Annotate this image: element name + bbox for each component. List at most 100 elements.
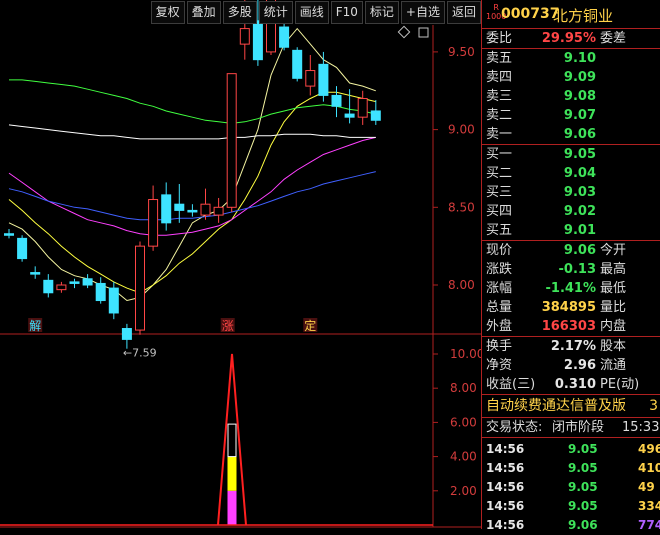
event-marker-2[interactable]: 定 — [303, 318, 318, 333]
candle — [187, 204, 198, 217]
event-marker-0[interactable]: 解 — [28, 318, 43, 333]
buy-level-2-value: 9.04 — [563, 166, 596, 181]
trade-row[interactable]: 14:56 9.05 49 — [482, 478, 660, 497]
trade-time: 14:56 — [486, 480, 525, 494]
trade-volume: 496 — [638, 442, 660, 456]
stat-row-2-label2: 最低 — [600, 281, 627, 296]
sell-level-5-label: 卖五 — [486, 51, 513, 66]
candle — [56, 281, 67, 293]
indicator-tick-label: 10.00 — [450, 347, 481, 361]
svg-text:定: 定 — [304, 318, 316, 333]
stat-row-3-label2: 量比 — [600, 300, 627, 315]
stat-row-3-value: 384895 — [541, 300, 596, 315]
trade-price: 9.05 — [568, 499, 598, 513]
stat-row-1[interactable]: 涨跌 -0.13 最高 — [482, 260, 660, 279]
price-tick-label: 8.00 — [448, 278, 475, 292]
fund-row-1[interactable]: 净资 2.96 流通 — [482, 356, 660, 375]
sell-level-4-label: 卖四 — [486, 70, 513, 85]
sell-level-5[interactable]: 卖五 9.10 — [482, 49, 660, 68]
buy-level-5[interactable]: 买五 9.01 — [482, 221, 660, 240]
trade-price: 9.05 — [568, 442, 598, 456]
candle — [331, 86, 342, 118]
toolbar-button-6[interactable]: 标记 — [364, 1, 399, 24]
trade-row[interactable]: 14:56 9.05 410 — [482, 459, 660, 478]
sell-level-4[interactable]: 卖四 9.09 — [482, 68, 660, 87]
candle — [357, 90, 368, 125]
event-marker-1[interactable]: 涨 — [220, 318, 235, 333]
trade-price: 9.05 — [568, 461, 598, 475]
candle — [279, 23, 290, 51]
fund-row-2[interactable]: 收益(三) 0.310 PE(动) — [482, 375, 660, 394]
buy-level-2[interactable]: 买二 9.04 — [482, 164, 660, 183]
ma-line-1 — [8, 91, 376, 294]
stat-row-0[interactable]: 现价 9.06 今开 — [482, 241, 660, 260]
toolbar-button-1[interactable]: 叠加 — [186, 1, 221, 24]
ad-ticker-tail: 3 — [649, 398, 658, 414]
sell-level-3[interactable]: 卖三 9.08 — [482, 87, 660, 106]
fund-row-0[interactable]: 换手 2.17% 股本 — [482, 337, 660, 356]
tick-trades-list[interactable]: 14:56 9.05 496 14:56 9.05 410 14:56 9.05 49 14:56… — [482, 438, 660, 535]
trade-row[interactable]: 14:56 9.05 334 — [482, 497, 660, 516]
fund-row-1-label: 净资 — [486, 358, 513, 373]
diamond-icon[interactable] — [397, 25, 411, 39]
buy-level-1[interactable]: 买一 9.05 — [482, 145, 660, 164]
weicha-label: 委差 — [600, 31, 627, 46]
candle — [305, 55, 316, 96]
candle — [148, 185, 159, 251]
weibi-label: 委比 — [486, 31, 513, 46]
price-tick-label: 8.50 — [448, 200, 475, 214]
candlesticks: ←7.59 — [4, 0, 381, 360]
toolbar-button-5[interactable]: F10 — [330, 1, 363, 24]
square-icon[interactable] — [418, 27, 429, 38]
sell-order-book: 卖五 9.10 卖四 9.09 卖三 9.08 卖二 9.07 卖一 9.06 — [482, 49, 660, 145]
sell-level-2[interactable]: 卖二 9.07 — [482, 106, 660, 125]
price-tick-label: 9.00 — [448, 123, 475, 137]
toolbar-button-3[interactable]: 统计 — [258, 1, 293, 24]
buy-level-4-value: 9.02 — [563, 204, 596, 219]
price-stats: 现价 9.06 今开 涨跌 -0.13 最高 涨幅 -1.41% 最低 总量 384895 量比 外盘 1… — [482, 241, 660, 337]
quote-header: R 1000 000737 北方铜业 — [482, 0, 660, 29]
indicator-bar-segment-2 — [227, 423, 237, 458]
candle — [161, 182, 172, 231]
ad-ticker[interactable]: 自动续费通达信普及版 3 — [482, 395, 660, 418]
indicator-bar-segment-0 — [227, 490, 237, 525]
stat-row-0-label2: 今开 — [600, 243, 627, 258]
toolbar-button-8[interactable]: 返回 — [446, 1, 481, 24]
buy-level-3[interactable]: 买三 9.03 — [482, 183, 660, 202]
fund-row-0-label: 换手 — [486, 339, 513, 354]
toolbar-button-4[interactable]: 画线 — [294, 1, 329, 24]
charts-canvas[interactable]: ←7.59 11.0010.5010.009.509.008.508.00 解涨… — [0, 0, 481, 529]
toolbar-button-7[interactable]: +自选 — [400, 1, 445, 24]
ma-line-2 — [8, 136, 376, 236]
trade-volume: 49 — [638, 480, 655, 494]
sell-level-3-label: 卖三 — [486, 89, 513, 104]
trade-row[interactable]: 14:56 9.06 774 — [482, 516, 660, 535]
candle — [4, 229, 14, 239]
buy-level-5-value: 9.01 — [563, 223, 596, 238]
trade-price: 9.05 — [568, 480, 598, 494]
trade-status-row: 交易状态: 闭市阶段 15:33 — [482, 418, 660, 438]
stock-code[interactable]: 000737 — [501, 6, 559, 22]
stat-row-4-label2: 内盘 — [600, 319, 627, 334]
sell-level-3-value: 9.08 — [563, 89, 596, 104]
toolbar-button-2[interactable]: 多股 — [222, 1, 257, 24]
fund-row-2-label2: PE(动) — [600, 377, 640, 392]
candle — [17, 235, 28, 262]
fund-row-1-value: 2.96 — [563, 358, 596, 373]
sell-level-1[interactable]: 卖一 9.06 — [482, 125, 660, 144]
stat-row-1-label2: 最高 — [600, 262, 627, 277]
buy-level-4[interactable]: 买四 9.02 — [482, 202, 660, 221]
indicator-tick-label: 2.00 — [450, 484, 477, 498]
stat-row-2[interactable]: 涨幅 -1.41% 最低 — [482, 279, 660, 298]
indicator-tick-label: 6.00 — [450, 415, 477, 429]
trade-status-time: 15:33 — [622, 420, 660, 435]
stat-row-3[interactable]: 总量 384895 量比 — [482, 298, 660, 317]
fund-row-0-label2: 股本 — [600, 339, 627, 354]
buy-level-1-value: 9.05 — [563, 147, 596, 162]
toolbar-button-0[interactable]: 复权 — [150, 1, 185, 24]
indicator-bar-segment-1 — [227, 456, 237, 491]
stat-row-4[interactable]: 外盘 166303 内盘 — [482, 317, 660, 336]
sell-level-2-label: 卖二 — [486, 108, 513, 123]
trade-row[interactable]: 14:56 9.05 496 — [482, 440, 660, 459]
stock-name[interactable]: 北方铜业 — [553, 5, 613, 26]
